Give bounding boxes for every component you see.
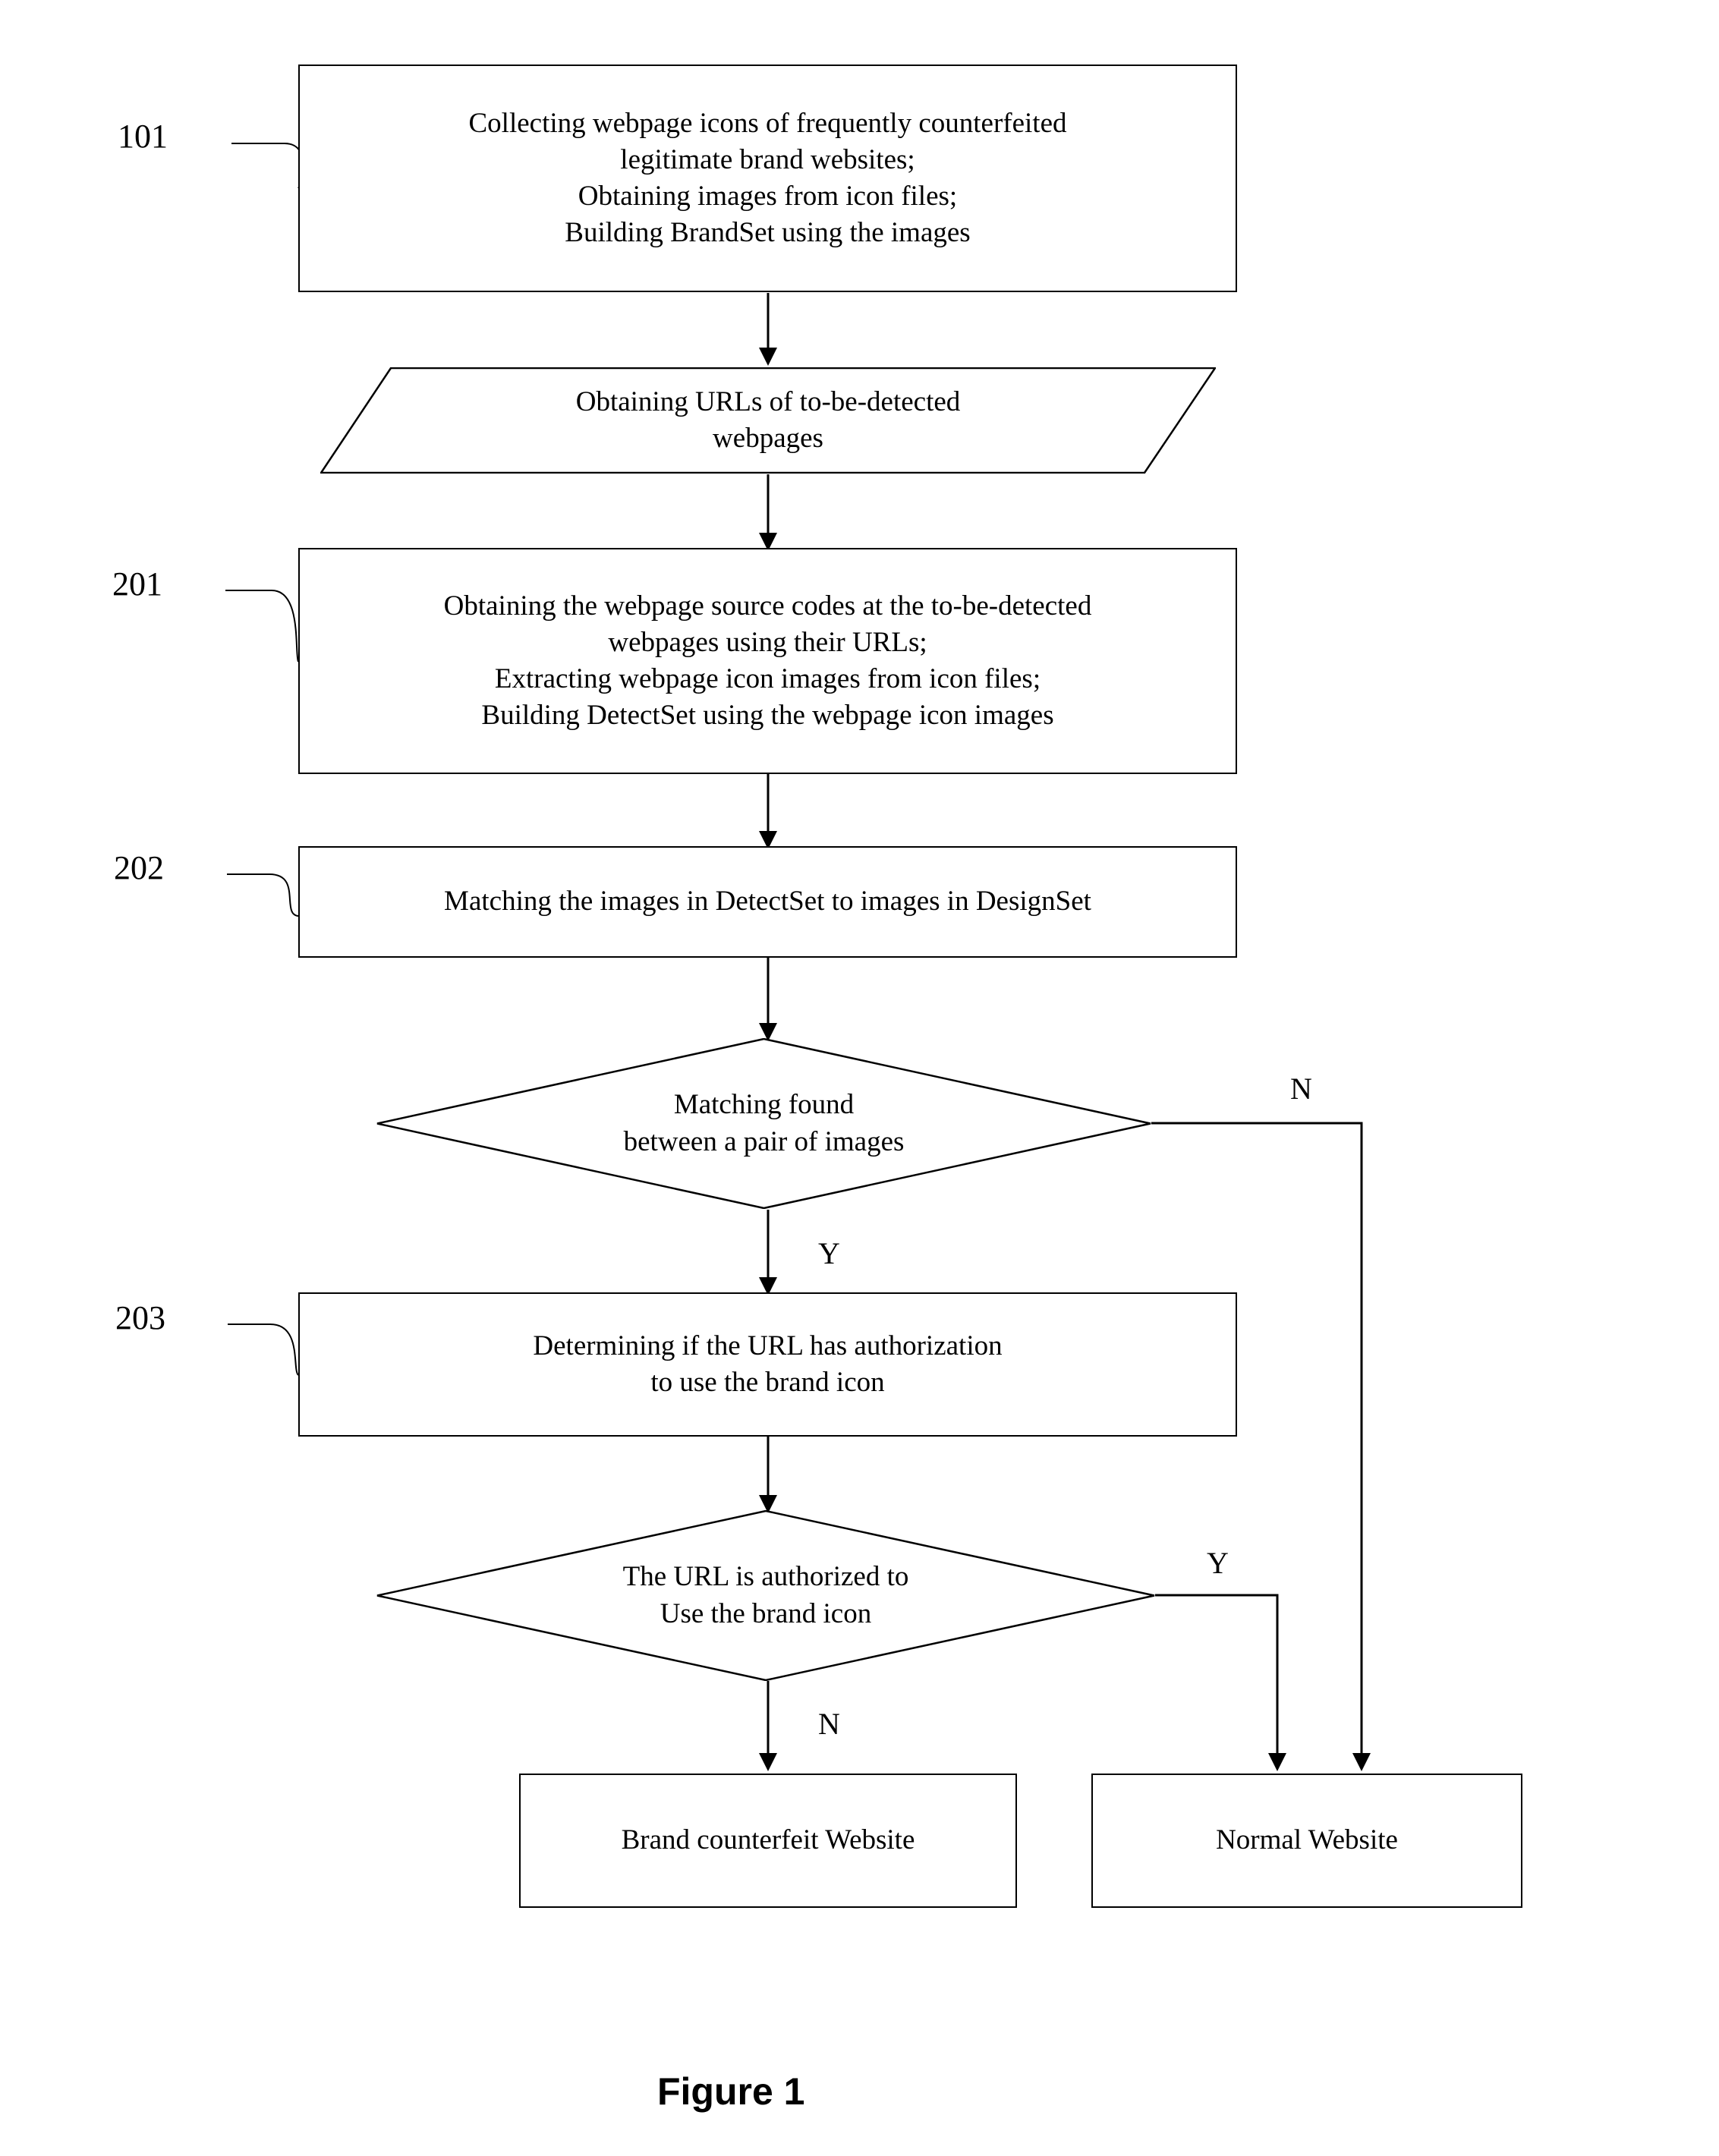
ref-number-101: 101 xyxy=(118,118,168,155)
ref-number-202: 202 xyxy=(114,849,164,886)
branch-label-d2-no: N xyxy=(818,1707,840,1741)
text-line: to use the brand icon xyxy=(650,1367,885,1398)
text-line: Matching found xyxy=(673,1089,855,1121)
process-box-201-text: Obtaining the webpage source codes at th… xyxy=(300,588,1236,734)
text-line: Extracting webpage icon images from icon… xyxy=(494,663,1041,694)
text-line: webpages using their URLs; xyxy=(608,626,927,658)
branch-label-d2-yes: Y xyxy=(1207,1546,1229,1580)
process-box-normal-website-text: Normal Website xyxy=(1093,1822,1521,1859)
decision-matching-found-text: Matching found between a pair of images xyxy=(376,1038,1151,1209)
text-line: The URL is authorized to xyxy=(622,1561,909,1593)
figure-canvas: 101 Collecting webpage icons of frequent… xyxy=(0,0,1719,2156)
branch-label-d1-no: N xyxy=(1290,1072,1312,1106)
process-box-203[interactable]: Determining if the URL has authorization… xyxy=(298,1292,1237,1437)
process-box-brand-counterfeit-website-text: Brand counterfeit Website xyxy=(521,1822,1015,1859)
text-line: Brand counterfeit Website xyxy=(621,1824,915,1856)
text-line: between a pair of images xyxy=(623,1125,905,1157)
process-box-202[interactable]: Matching the images in DetectSet to imag… xyxy=(298,846,1237,958)
text-line: Use the brand icon xyxy=(660,1597,872,1629)
decision-url-authorized[interactable]: The URL is authorized to Use the brand i… xyxy=(376,1510,1155,1681)
text-line: Normal Website xyxy=(1216,1824,1398,1856)
decision-url-authorized-text: The URL is authorized to Use the brand i… xyxy=(376,1510,1155,1681)
process-box-101-text: Collecting webpage icons of frequently c… xyxy=(300,105,1236,251)
leader-line-203 xyxy=(228,1324,299,1376)
text-line: Building DetectSet using the webpage ico… xyxy=(481,700,1054,732)
edge-d1-no-to-normal xyxy=(1151,1122,1371,1771)
ref-number-203: 203 xyxy=(115,1299,165,1336)
leader-line-202 xyxy=(227,873,299,917)
text-line: legitimate brand websites; xyxy=(620,143,915,175)
text-line: webpages xyxy=(713,423,823,454)
text-line: Matching the images in DetectSet to imag… xyxy=(444,886,1091,917)
process-box-203-text: Determining if the URL has authorization… xyxy=(300,1328,1236,1401)
text-line: Building BrandSet using the images xyxy=(565,217,971,249)
text-line: Collecting webpage icons of frequently c… xyxy=(468,107,1067,139)
ref-number-201: 201 xyxy=(112,565,162,603)
branch-label-d1-yes: Y xyxy=(818,1236,840,1270)
decision-matching-found[interactable]: Matching found between a pair of images xyxy=(376,1038,1151,1209)
text-line: Obtaining URLs of to-be-detected xyxy=(575,386,961,417)
text-line: Determining if the URL has authorization xyxy=(533,1330,1003,1361)
leader-line-201 xyxy=(225,590,299,663)
io-parallelogram-text: Obtaining URLs of to-be-detected webpage… xyxy=(320,367,1216,474)
process-box-normal-website[interactable]: Normal Website xyxy=(1091,1774,1522,1908)
figure-caption: Figure 1 xyxy=(657,2070,805,2113)
leader-line-101 xyxy=(231,143,304,189)
process-box-101[interactable]: Collecting webpage icons of frequently c… xyxy=(298,65,1237,292)
process-box-201[interactable]: Obtaining the webpage source codes at th… xyxy=(298,548,1237,774)
text-line: Obtaining the webpage source codes at th… xyxy=(443,590,1092,622)
process-box-brand-counterfeit-website[interactable]: Brand counterfeit Website xyxy=(519,1774,1017,1908)
text-line: Obtaining images from icon files; xyxy=(578,181,958,212)
edge-d2-yes-to-normal xyxy=(1155,1594,1286,1771)
process-box-202-text: Matching the images in DetectSet to imag… xyxy=(300,883,1236,920)
io-parallelogram-obtain-urls[interactable]: Obtaining URLs of to-be-detected webpage… xyxy=(320,367,1216,474)
